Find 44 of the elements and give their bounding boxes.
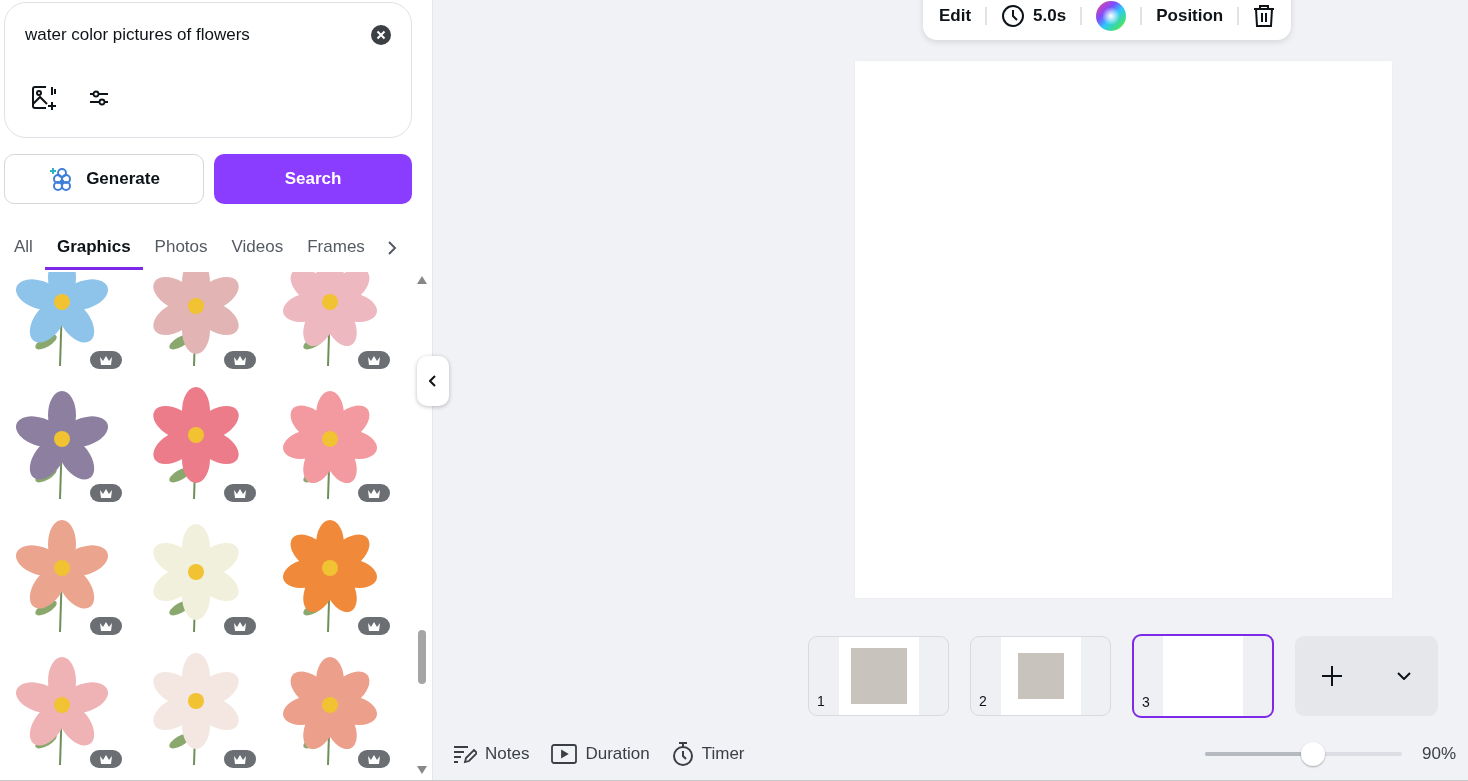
zoom-slider[interactable]: [1204, 741, 1402, 767]
position-button[interactable]: Position: [1156, 6, 1224, 26]
clock-icon: [1001, 4, 1026, 28]
search-button[interactable]: Search: [214, 154, 412, 204]
trash-icon[interactable]: [1253, 4, 1276, 28]
timer-button[interactable]: Timer: [671, 742, 745, 766]
generate-button[interactable]: Generate: [4, 154, 204, 204]
edit-button[interactable]: Edit: [939, 6, 972, 26]
crown-icon: [367, 621, 381, 631]
zoom-reading: 90%: [1421, 744, 1456, 764]
chevron-down-icon[interactable]: [1396, 672, 1411, 680]
tab[interactable]: Photos: [152, 226, 210, 270]
image-add-icon[interactable]: [31, 85, 57, 111]
crown-icon: [367, 488, 381, 498]
crown-icon: [233, 621, 247, 631]
duration-button[interactable]: 5.0s: [1001, 4, 1067, 28]
crown-icon: [233, 355, 247, 365]
crown-icon: [99, 355, 113, 365]
page-thumbnail[interactable]: 1: [808, 636, 949, 716]
crown-icon: [367, 355, 381, 365]
crown-icon: [99, 621, 113, 631]
page-thumbnail[interactable]: 3: [1132, 634, 1274, 718]
tab[interactable]: Graphics: [44, 226, 143, 270]
clear-icon[interactable]: [371, 25, 391, 45]
play-box-icon: [551, 744, 578, 764]
stopwatch-icon: [671, 742, 694, 766]
crown-icon: [233, 754, 247, 764]
search-field[interactable]: water color pictures of flowers: [25, 25, 345, 45]
tab[interactable]: Videos: [229, 226, 286, 270]
color-wheel-icon[interactable]: [1096, 1, 1127, 31]
crown-icon: [233, 488, 247, 498]
notes-icon: [453, 744, 477, 764]
crown-icon: [99, 488, 113, 498]
chevron-left-icon: [429, 375, 437, 387]
tab[interactable]: All: [12, 226, 35, 270]
crown-icon: [99, 754, 113, 764]
notes-button[interactable]: Notes: [453, 744, 530, 764]
plus-icon[interactable]: [1322, 666, 1343, 686]
crown-icon: [367, 754, 381, 764]
filter-icon[interactable]: [89, 90, 109, 106]
page-thumbnail[interactable]: 2: [970, 636, 1111, 716]
chevron-right-icon[interactable]: [386, 240, 397, 256]
tab[interactable]: Frames: [305, 226, 367, 270]
duration-button[interactable]: Duration: [551, 744, 650, 764]
